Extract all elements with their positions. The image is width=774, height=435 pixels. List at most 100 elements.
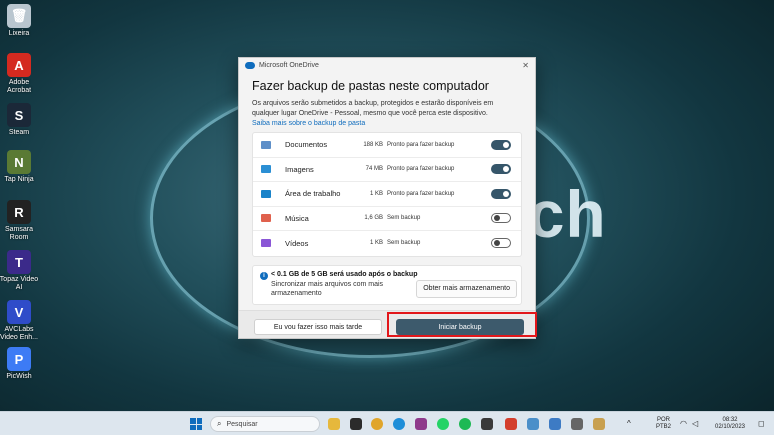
app-icon[interactable] xyxy=(571,418,583,430)
desktop-icon-label: Lixeira xyxy=(8,30,30,37)
desktop-icon-label: Adobe Acrobat xyxy=(6,79,32,94)
desktop-icon[interactable]: P PicWish xyxy=(2,347,36,381)
language-code: POR xyxy=(657,417,671,423)
keyboard-layout: PTB2 xyxy=(656,424,672,430)
dialog-description: Os arquivos serão submetidos a backup, p… xyxy=(252,100,494,117)
desktop-icon[interactable]: S Steam xyxy=(2,103,36,137)
desktop-icon[interactable]: A Adobe Acrobat xyxy=(2,53,36,95)
whatsapp-icon[interactable] xyxy=(437,418,449,430)
folder-status: Sem backup xyxy=(387,240,421,247)
documents-folder-icon xyxy=(261,140,271,149)
folder-status: Pronto para fazer backup xyxy=(387,190,455,197)
tap-ninja-icon: N xyxy=(7,150,31,174)
storage-usage-text: Sincronizar mais arquivos com mais armaz… xyxy=(271,280,384,297)
app-icon[interactable] xyxy=(481,418,493,430)
steam-icon: S xyxy=(7,103,31,127)
onedrive-cloud-icon xyxy=(245,61,255,69)
videos-folder-icon xyxy=(261,239,271,248)
folder-status: Sem backup xyxy=(387,215,421,222)
toggle-knob xyxy=(494,215,500,222)
desktop-folder-icon xyxy=(261,189,271,198)
dialog-heading: Fazer backup de pastas neste computador xyxy=(252,79,489,93)
folder-size: 74 MB xyxy=(365,166,383,173)
onedrive-taskbar-icon[interactable] xyxy=(505,418,517,430)
file-explorer-icon[interactable] xyxy=(328,418,340,430)
desktop-icon[interactable]: N Tap Ninja xyxy=(2,150,36,184)
folder-name: Vídeos xyxy=(285,238,309,248)
toggle-knob xyxy=(503,190,509,197)
desktop-icon-label: AVCLabs Video Enh... xyxy=(0,326,38,341)
learn-more-link[interactable]: Saiba mais sobre o backup de pasta xyxy=(252,120,522,127)
folder-size: 188 KB xyxy=(363,141,383,148)
clock[interactable]: 08:32 02/10/2023 xyxy=(710,417,750,431)
red-highlight-box xyxy=(387,312,537,337)
volume-icon[interactable]: ◁ xyxy=(692,420,698,428)
folder-name: Documentos xyxy=(285,140,328,150)
pictures-folder-icon xyxy=(261,165,271,174)
storage-info-panel: i < 0.1 GB de 5 GB será usado após o bac… xyxy=(252,264,522,305)
chrome-icon[interactable] xyxy=(371,418,383,430)
close-icon[interactable]: ✕ xyxy=(522,61,529,70)
folder-name: Música xyxy=(285,213,309,223)
notepad-icon[interactable] xyxy=(549,418,561,430)
tray-overflow-icon[interactable]: ^ xyxy=(627,420,631,428)
avclabs-icon: V xyxy=(7,300,31,324)
desktop-icon-label: Steam xyxy=(8,129,30,136)
desktop-icon[interactable]: T Topaz Video AI xyxy=(0,250,39,292)
dialog-app-title: Microsoft OneDrive xyxy=(259,61,319,69)
folder-status: Pronto para fazer backup xyxy=(387,141,455,148)
folder-backup-toggle[interactable] xyxy=(491,164,511,175)
later-button[interactable]: Eu vou fazer isso mais tarde xyxy=(254,319,382,335)
folder-backup-toggle[interactable] xyxy=(491,213,511,224)
search-placeholder: Pesquisar xyxy=(226,420,258,428)
folder-size: 1 KB xyxy=(369,190,383,197)
slack-icon[interactable] xyxy=(415,418,427,430)
clock-time: 08:32 xyxy=(722,417,738,423)
sticky-notes-icon[interactable] xyxy=(350,418,362,430)
folder-row: Música 1,6 GB Sem backup xyxy=(253,207,521,231)
folder-row: Documentos 188 KB Pronto para fazer back… xyxy=(253,133,521,158)
folder-backup-toggle[interactable] xyxy=(491,139,511,150)
search-icon: ⌕ xyxy=(217,419,222,428)
folder-name: Imagens xyxy=(285,164,314,174)
desktop-icon-label: Tap Ninja xyxy=(4,176,34,183)
toggle-knob xyxy=(503,141,509,148)
app-icon[interactable] xyxy=(527,418,539,430)
desktop-icon-label: Topaz Video AI xyxy=(0,276,39,291)
folder-row: Área de trabalho 1 KB Pronto para fazer … xyxy=(253,182,521,207)
folder-name: Área de trabalho xyxy=(285,189,341,199)
recycle-bin-icon: 🗑 xyxy=(7,4,31,28)
desktop-icon-label: Samsara Room xyxy=(4,226,33,241)
spotify-icon[interactable] xyxy=(459,418,471,430)
folder-row: Vídeos 1 KB Sem backup xyxy=(253,231,521,256)
taskbar: ⌕ Pesquisar ^ POR PTB2 ◠ ◁ 08:32 02/10/2… xyxy=(0,411,774,435)
folder-list: Documentos 188 KB Pronto para fazer back… xyxy=(252,132,522,257)
info-icon: i xyxy=(260,271,268,280)
dialog-titlebar: Microsoft OneDrive ✕ xyxy=(239,58,535,72)
desktop-icon-label: PicWish xyxy=(6,373,32,380)
wifi-icon[interactable]: ◠ xyxy=(680,420,687,428)
notification-icon[interactable]: ◻ xyxy=(758,420,765,428)
desktop-icon[interactable]: V AVCLabs Video Enh... xyxy=(0,300,38,342)
get-more-storage-button[interactable]: Obter mais armazenamento xyxy=(416,279,517,298)
folder-backup-toggle[interactable] xyxy=(491,238,511,249)
acrobat-icon: A xyxy=(7,53,31,77)
onedrive-dialog: Microsoft OneDrive ✕ Fazer backup de pas… xyxy=(238,57,536,339)
language-indicator[interactable]: POR PTB2 xyxy=(656,417,671,431)
edge-icon[interactable] xyxy=(393,418,405,430)
samsara-room-icon: R xyxy=(7,200,31,224)
taskbar-search[interactable]: ⌕ Pesquisar xyxy=(210,416,320,432)
toggle-knob xyxy=(494,240,500,247)
folder-backup-toggle[interactable] xyxy=(491,188,511,199)
desktop-icon[interactable]: R Samsara Room xyxy=(2,200,36,242)
folder-row: Imagens 74 MB Pronto para fazer backup xyxy=(253,158,521,182)
clock-date: 02/10/2023 xyxy=(714,424,746,430)
folder-size: 1,6 GB xyxy=(364,215,383,222)
storage-usage-title: < 0.1 GB de 5 GB será usado após o backu… xyxy=(271,270,418,278)
start-button-icon[interactable] xyxy=(190,418,202,430)
topaz-icon: T xyxy=(7,250,31,274)
app-icon[interactable] xyxy=(593,418,605,430)
folder-size: 1 KB xyxy=(369,240,383,247)
picwish-icon: P xyxy=(7,347,31,371)
desktop-icon[interactable]: 🗑 Lixeira xyxy=(2,4,36,38)
